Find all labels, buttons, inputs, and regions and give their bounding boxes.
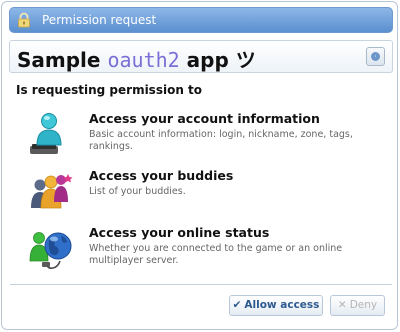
checkmark-icon: ✔ — [232, 299, 242, 311]
permission-title: Access your buddies — [89, 168, 234, 183]
permission-dialog: Permission request Sample oauth2 app ツ ·… — [1, 1, 398, 330]
dialog-titlebar: Permission request — [9, 7, 393, 33]
deny-button[interactable]: ✕ Deny — [330, 295, 385, 316]
request-heading: Is requesting permission to — [16, 83, 203, 97]
permission-description: Basic account information: login, nickna… — [89, 129, 353, 152]
deny-label: Deny — [349, 299, 378, 311]
lock-icon — [18, 12, 30, 28]
permission-description: List of your buddies. — [89, 186, 186, 197]
buddies-icon — [31, 174, 73, 209]
online-status-icon — [29, 232, 72, 269]
allow-access-button[interactable]: ✔ Allow access — [229, 295, 323, 316]
app-name: Sample oauth2 app ツ — [17, 44, 256, 73]
dialog-title: Permission request — [42, 13, 157, 27]
permission-title: Access your account information — [89, 111, 320, 126]
app-name-prefix: Sample — [17, 48, 108, 72]
allow-access-label: Allow access — [244, 299, 320, 311]
info-icon: · — [371, 52, 380, 61]
close-icon: ✕ — [337, 299, 347, 311]
permission-description: Whether you are connected to the game or… — [89, 243, 343, 266]
app-name-suffix: app ツ — [179, 48, 256, 72]
app-header: Sample oauth2 app ツ · — [9, 40, 393, 73]
app-name-highlight: oauth2 — [107, 48, 180, 72]
account-icon — [30, 113, 62, 154]
footer-divider — [10, 284, 392, 285]
expand-app-info-button[interactable]: · — [366, 47, 385, 66]
permission-title: Access your online status — [89, 225, 270, 240]
